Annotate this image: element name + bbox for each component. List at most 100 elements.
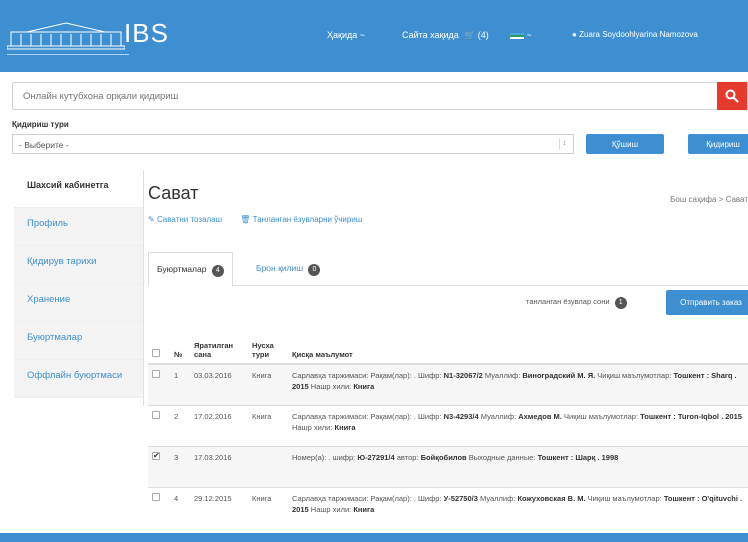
nav-menu-about[interactable]: Ҳақида ~ bbox=[327, 30, 365, 40]
row-date: 29.12.2015 bbox=[190, 486, 248, 528]
language-switcher[interactable]: ~ bbox=[510, 30, 532, 40]
search-type-value: - Выберите - bbox=[19, 140, 69, 150]
info-code: N1-32067/2 bbox=[443, 371, 483, 380]
row-checkbox[interactable] bbox=[152, 450, 160, 461]
tab-reservations-count: 0 bbox=[308, 264, 321, 276]
row-number: 3 bbox=[170, 445, 190, 487]
row-date: 17.02.2016 bbox=[190, 404, 248, 446]
cart-link[interactable]: 🛒 (4) bbox=[464, 30, 489, 41]
trash-icon: 🗑 bbox=[240, 215, 251, 224]
info-prefix: Сарлавҳа таржимаси: Рақам(лар): . Шифр: bbox=[292, 493, 442, 503]
info-code: N3-4293/4 bbox=[443, 411, 479, 421]
table-row: 1 03.03.2016 Книга Сарлавҳа таржимаси: Рақа… bbox=[148, 363, 748, 405]
info-prefix: Сарлавҳа таржимаси: Рақам(лар): . Шифр: bbox=[292, 371, 442, 380]
sidebar-item-search-history[interactable]: Қидирув тарихи bbox=[14, 246, 144, 284]
delete-selected-link[interactable]: 🗑 Танланган ёзувларни ўчириш bbox=[240, 215, 362, 224]
library-logo[interactable] bbox=[3, 6, 131, 64]
info-code: Ю-27291/4 bbox=[357, 452, 395, 462]
clear-cart-label: Саватни тозалаш bbox=[156, 215, 223, 224]
user-icon: ● bbox=[572, 30, 577, 39]
sidebar-item-orders[interactable]: Буюртмалар bbox=[14, 322, 144, 360]
tab-reservations[interactable]: Брон қилиш 0 bbox=[248, 252, 328, 286]
row-number: 1 bbox=[170, 363, 190, 405]
info-prefix: Сарлавҳа таржимаси: Рақам(лар): . Шифр: bbox=[292, 411, 442, 421]
clear-cart-link[interactable]: ✎ Саватни тозалаш bbox=[148, 215, 224, 224]
table-row: 2 17.02.2016 Книга Сарлавҳа таржимаси: Рақа… bbox=[148, 404, 748, 446]
info-author-label: Муаллиф: bbox=[480, 411, 517, 421]
col-copy-type: Нусха тури bbox=[248, 326, 288, 365]
breadcrumb[interactable]: Бош саҳифа > Сават bbox=[670, 195, 748, 204]
selected-count-label: танланган ёзувлар сони 1 bbox=[526, 297, 627, 309]
info-author: Бойқобилов bbox=[420, 452, 467, 462]
tab-orders-count: 4 bbox=[211, 265, 224, 277]
tab-reservations-label: Брон қилиш bbox=[256, 263, 304, 273]
row-info: Номер(а): . шифр: Ю-27291/4 автор: Бойқо… bbox=[288, 445, 748, 487]
row-type: Книга bbox=[248, 363, 288, 405]
table-row: 4 29.12.2015 Книга Сарлавҳа таржимаси: Рақа… bbox=[148, 486, 748, 528]
col-created-date: Яратилган сана bbox=[190, 326, 248, 365]
info-kind-label: Нашр хили: bbox=[310, 382, 352, 391]
sidebar-item-cabinet[interactable]: Шахсий кабинетга bbox=[14, 170, 144, 208]
library-building-icon bbox=[7, 22, 125, 50]
nav-site-about[interactable]: Сайта хақида bbox=[402, 30, 459, 40]
row-checkbox[interactable] bbox=[152, 410, 160, 419]
row-number: 4 bbox=[170, 486, 190, 528]
cart-tabs: Буюртмалар 4 Брон қилиш 0 bbox=[148, 252, 748, 287]
sidebar-item-offline-orders[interactable]: Оффлайн буюртмаси bbox=[14, 360, 144, 398]
info-code: У-52750/3 bbox=[443, 493, 478, 503]
row-date: 17.03.2016 bbox=[190, 445, 248, 487]
row-type bbox=[248, 445, 288, 487]
search-submit-button[interactable]: Қидириш bbox=[688, 134, 748, 154]
bottom-bar bbox=[0, 533, 748, 542]
info-kind: Книга bbox=[353, 382, 375, 391]
delete-selected-label: Танланган ёзувларни ўчириш bbox=[252, 215, 363, 224]
cabinet-sidebar: Шахсий кабинетга Профиль Қидирув тарихи … bbox=[14, 170, 144, 398]
cart-icon: 🛒 bbox=[464, 30, 476, 40]
info-pub: Тошкент : Шарқ . 1998 bbox=[537, 452, 619, 462]
cart-count: (4) bbox=[477, 30, 489, 40]
search-type-select[interactable]: - Выберите - ↕ bbox=[12, 134, 574, 154]
info-prefix: Номер(а): . шифр: bbox=[292, 452, 356, 462]
top-header: IBS Ҳақида ~ Сайта хақида 🛒 (4) ~ ● Zuar… bbox=[0, 0, 748, 72]
info-author: Виноградский М. Я. bbox=[522, 371, 596, 380]
send-order-button[interactable]: Отправить заказ bbox=[666, 290, 748, 315]
row-checkbox[interactable] bbox=[152, 370, 160, 378]
logo-caption-line bbox=[7, 54, 129, 58]
row-info: Сарлавҳа таржимаси: Рақам(лар): . Шифр: … bbox=[288, 404, 748, 446]
search-input[interactable] bbox=[13, 83, 718, 109]
user-menu[interactable]: ● Zuara Soydoohlyarina Namozova bbox=[572, 30, 698, 39]
info-kind: Книга bbox=[353, 504, 375, 514]
info-author: Кожуховская В. М. bbox=[517, 493, 586, 503]
row-type: Книга bbox=[248, 404, 288, 446]
info-kind-label: Нашр хили: bbox=[292, 422, 333, 432]
row-info: Сарлавҳа таржимаси: Рақам(лар): . Шифр: … bbox=[288, 486, 748, 528]
chevron-down-icon: ↕ bbox=[559, 138, 569, 150]
row-number: 2 bbox=[170, 404, 190, 446]
eraser-icon: ✎ bbox=[148, 215, 155, 224]
info-author-label: автор: bbox=[396, 452, 419, 462]
orders-table: № Яратилган сана Нусха тури Қисқа маълум… bbox=[148, 326, 748, 528]
sidebar-item-storage[interactable]: Хранение bbox=[14, 284, 144, 322]
info-pub-label: Чиқиш маълумотлар: bbox=[587, 493, 662, 503]
app-logo-text[interactable]: IBS bbox=[124, 18, 169, 49]
selected-count-badge: 1 bbox=[614, 297, 627, 309]
info-kind: Книга bbox=[334, 422, 356, 432]
info-kind-label: Нашр хили: bbox=[310, 504, 352, 514]
search-type-label: Қидириш тури bbox=[12, 120, 69, 129]
col-number: № bbox=[170, 326, 190, 365]
tab-orders[interactable]: Буюртмалар 4 bbox=[148, 252, 233, 287]
select-all-checkbox[interactable] bbox=[152, 349, 160, 357]
col-short-info: Қисқа маълумот bbox=[288, 326, 748, 365]
user-name: Zuara Soydoohlyarina Namozova bbox=[579, 30, 698, 39]
cart-actions: ✎ Саватни тозалаш 🗑 Танланган ёзувларни … bbox=[148, 215, 378, 224]
row-checkbox[interactable] bbox=[152, 492, 160, 501]
search-button[interactable] bbox=[717, 82, 747, 110]
row-info: Сарлавҳа таржимаси: Рақам(лар): . Шифр: … bbox=[288, 363, 748, 405]
table-row: 317.03.2016 Номер(а): . шифр: Ю-27291/4 а… bbox=[148, 445, 748, 487]
info-author-label: Муаллиф: bbox=[480, 493, 516, 503]
info-pub-label: Чиқиш маълумотлар: bbox=[564, 411, 639, 421]
selected-count-text: танланган ёзувлар сони bbox=[526, 297, 610, 306]
sidebar-item-profile[interactable]: Профиль bbox=[14, 208, 144, 246]
add-search-type-button[interactable]: Қўшиш bbox=[586, 134, 664, 154]
flag-icon bbox=[510, 32, 524, 39]
